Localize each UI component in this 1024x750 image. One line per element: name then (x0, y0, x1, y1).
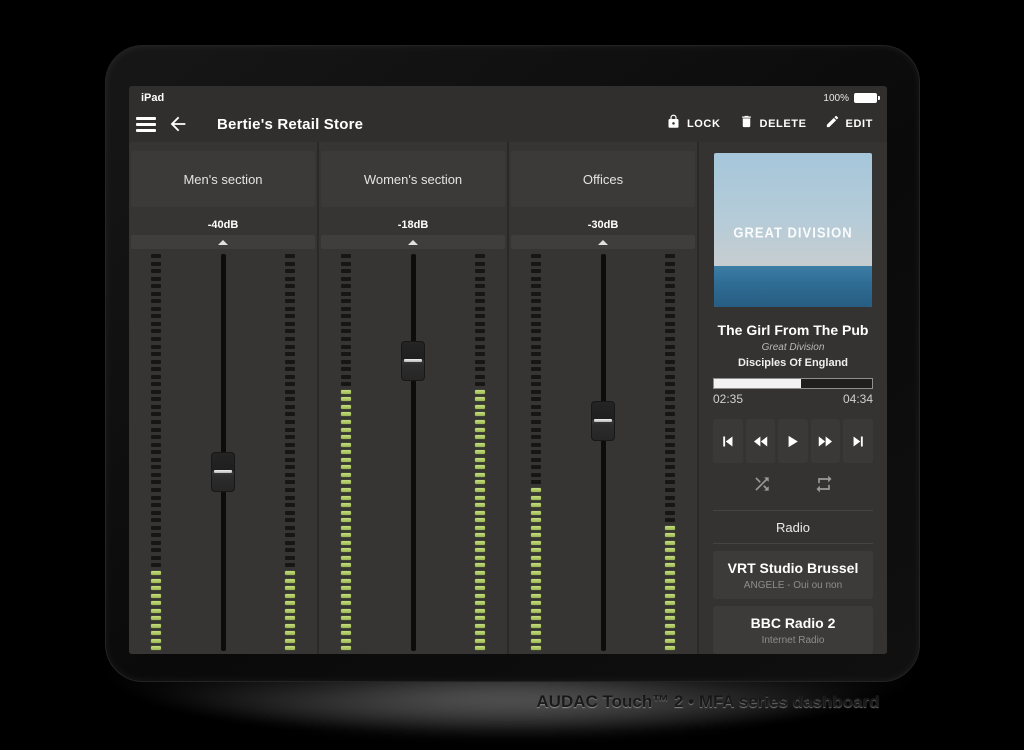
menu-icon[interactable] (135, 117, 157, 132)
station-now-playing: Internet Radio (715, 635, 871, 646)
fader-zone (151, 254, 295, 651)
skip-previous-icon (719, 433, 736, 450)
collapse-bar[interactable] (131, 235, 315, 249)
fast-forward-icon (816, 433, 835, 450)
pencil-icon (825, 114, 840, 134)
fader-track (411, 254, 416, 651)
delete-button[interactable]: DELETE (739, 114, 807, 134)
nav-bar: Bertie's Retail Store LOCK DELETE (129, 106, 887, 142)
app-screen: iPad 100% Bertie's Retail Store (129, 86, 887, 654)
volume-db-value: -18dB (319, 219, 507, 233)
shuffle-icon (752, 474, 772, 494)
skip-next-icon (850, 433, 867, 450)
volume-fader[interactable] (590, 254, 616, 651)
collapse-triangle-icon (218, 240, 228, 245)
volume-fader[interactable] (210, 254, 236, 651)
edit-button[interactable]: EDIT (825, 114, 873, 134)
progress-bar[interactable] (713, 378, 873, 389)
tablet-frame: iPad 100% Bertie's Retail Store (105, 45, 920, 682)
total-time: 04:34 (843, 392, 873, 406)
skip-previous-button[interactable] (713, 419, 743, 463)
album-art: GREAT DIVISION (714, 153, 872, 307)
lock-button[interactable]: LOCK (666, 114, 721, 134)
zone-name: Women's section (364, 172, 462, 187)
fader-knob[interactable] (401, 341, 425, 381)
skip-next-button[interactable] (843, 419, 873, 463)
volume-fader[interactable] (400, 254, 426, 651)
level-meter-left (151, 254, 161, 651)
repeat-icon (814, 474, 834, 494)
level-meter-right (475, 254, 485, 651)
collapse-bar[interactable] (321, 235, 505, 249)
station-now-playing: ANGELE - Oui ou non (715, 580, 871, 591)
radio-station-bbc[interactable]: BBC Radio 2 Internet Radio (713, 606, 873, 654)
track-album: Great Division (713, 342, 873, 353)
radio-station-vrt[interactable]: VRT Studio Brussel ANGELE - Oui ou non (713, 551, 873, 599)
transport-controls (713, 419, 873, 463)
battery-percent: 100% (823, 93, 849, 104)
caption-text: AUDAC Touch™ 2 • MFA series dashboard (518, 692, 898, 712)
play-icon (784, 433, 801, 450)
volume-db-value: -40dB (129, 219, 317, 233)
page: AUDAC Touch™ 2 • MFA series dashboard iP… (0, 0, 1024, 750)
fader-knob[interactable] (591, 401, 615, 441)
fader-zone (531, 254, 675, 651)
mixer-channel-womens: Women's section -18dB (319, 142, 507, 654)
lock-label: LOCK (687, 118, 721, 130)
zone-header[interactable]: Offices (511, 151, 695, 207)
device-label: iPad (141, 92, 164, 104)
zone-header[interactable]: Women's section (321, 151, 505, 207)
level-meter-right (665, 254, 675, 651)
elapsed-time: 02:35 (713, 392, 743, 406)
collapse-triangle-icon (408, 240, 418, 245)
page-title: Bertie's Retail Store (217, 116, 363, 133)
station-name: BBC Radio 2 (715, 615, 871, 631)
lock-icon (666, 114, 681, 134)
collapse-triangle-icon (598, 240, 608, 245)
radio-section-header: Radio (713, 511, 873, 544)
trash-icon (739, 114, 754, 134)
battery-icon (854, 93, 877, 103)
edit-label: EDIT (846, 118, 873, 130)
zone-name: Offices (583, 172, 623, 187)
album-art-sea (714, 266, 872, 308)
rewind-icon (751, 433, 770, 450)
battery-status: 100% (823, 93, 877, 104)
mixer-channel-offices: Offices -30dB (509, 142, 697, 654)
back-arrow-icon[interactable] (167, 113, 189, 135)
rewind-button[interactable] (746, 419, 776, 463)
station-name: VRT Studio Brussel (715, 560, 871, 576)
delete-label: DELETE (760, 118, 807, 130)
main-content: Men's section -40dB (129, 142, 887, 654)
level-meter-left (341, 254, 351, 651)
level-meter-left (531, 254, 541, 651)
repeat-button[interactable] (814, 474, 834, 499)
zone-header[interactable]: Men's section (131, 151, 315, 207)
fader-knob[interactable] (211, 452, 235, 492)
level-meter-right (285, 254, 295, 651)
play-button[interactable] (778, 419, 808, 463)
mixer-channel-mens: Men's section -40dB (129, 142, 317, 654)
player-panel: GREAT DIVISION The Girl From The Pub Gre… (699, 142, 887, 654)
track-artist: Disciples Of England (713, 357, 873, 369)
status-bar: iPad 100% (129, 86, 887, 106)
fast-forward-button[interactable] (811, 419, 841, 463)
collapse-bar[interactable] (511, 235, 695, 249)
fader-track (601, 254, 606, 651)
album-art-title: GREAT DIVISION (714, 225, 872, 242)
zone-name: Men's section (183, 172, 262, 187)
track-title: The Girl From The Pub (713, 322, 873, 338)
shuffle-button[interactable] (752, 474, 772, 499)
fader-zone (341, 254, 485, 651)
progress-fill (714, 379, 801, 388)
volume-db-value: -30dB (509, 219, 697, 233)
